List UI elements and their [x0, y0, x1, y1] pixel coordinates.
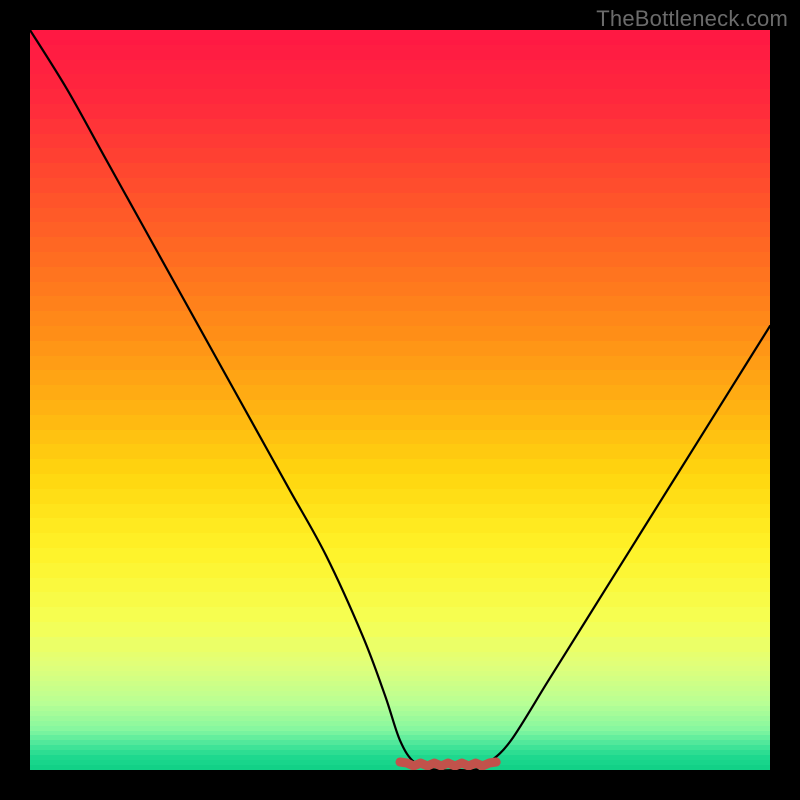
curve-layer [30, 30, 770, 770]
zero-band-marker [400, 762, 496, 766]
chart-frame: TheBottleneck.com [0, 0, 800, 800]
watermark-text: TheBottleneck.com [596, 6, 788, 32]
plot-area [30, 30, 770, 770]
bottleneck-curve [30, 30, 770, 770]
